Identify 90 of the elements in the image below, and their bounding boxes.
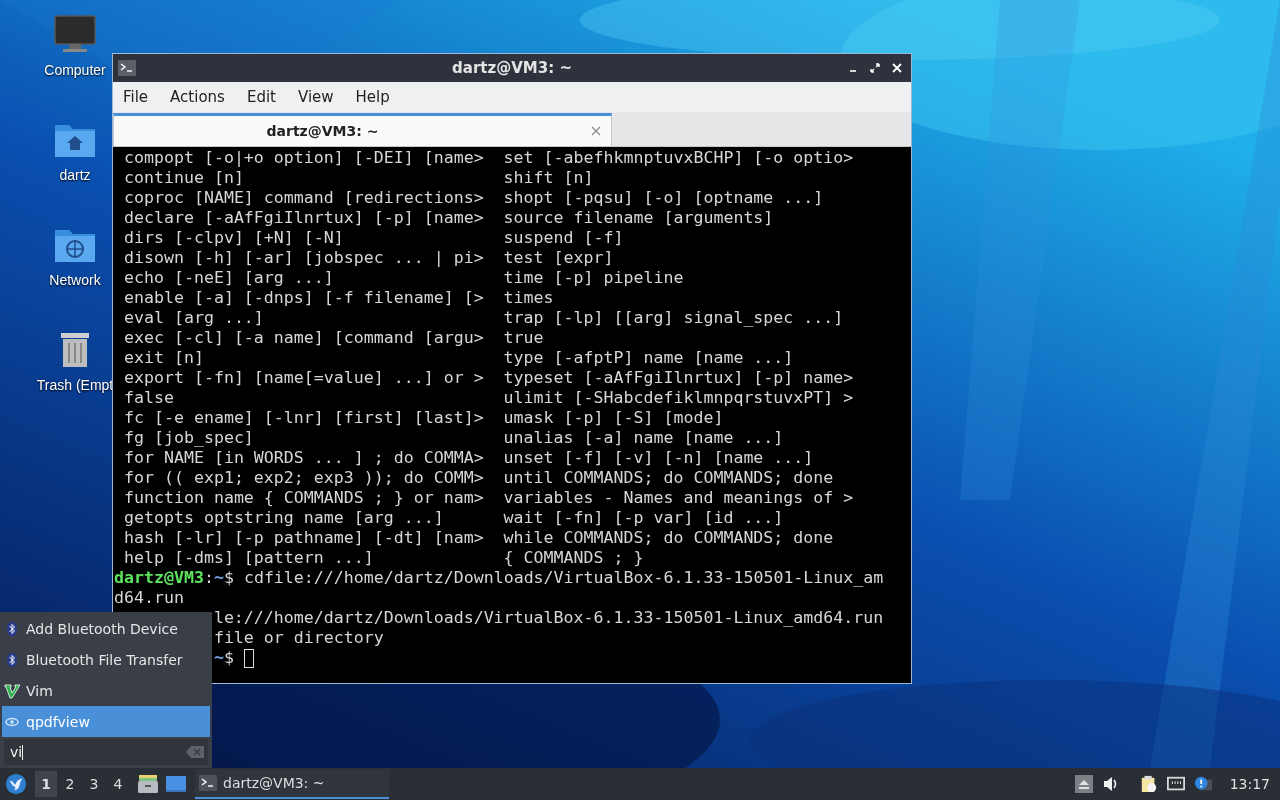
terminal-line: time [-p] pipeline	[503, 268, 684, 288]
terminal-line: dirs [-clpv] [+N] [-N]	[124, 228, 345, 248]
terminal-line: coproc [NAME] command [redirections>	[124, 188, 485, 208]
workspace-button[interactable]: 3	[83, 771, 105, 797]
terminal-line: continue [n]	[124, 168, 245, 188]
terminal-line: declare [-aAfFgiIlnrtux] [-p] [name>	[124, 208, 485, 228]
terminal-line: getopts optstring name [arg ...]	[124, 508, 445, 528]
terminal-line: shopt [-pqsu] [-o] [optname ...]	[503, 188, 824, 208]
maximize-icon	[870, 63, 880, 73]
terminal-line: times	[503, 288, 554, 308]
bluetooth-icon	[4, 651, 20, 668]
terminal-line: unset [-f] [-v] [-n] [name ...]	[503, 448, 814, 468]
launcher-item[interactable]: Vim	[0, 675, 212, 706]
window-title: dartz@VM3: ~	[452, 59, 572, 77]
desktop-icon-label[interactable]: Trash (Empt	[36, 377, 114, 393]
task-button[interactable]: dartz@VM3: ~	[195, 769, 389, 799]
terminal-line: enable [-a] [-dnps] [-f filename] [>	[124, 288, 485, 308]
terminal-line: unalias [-a] name [name ...]	[503, 428, 784, 448]
vim-icon	[4, 682, 20, 699]
terminal-line: le:///home/dartz/Downloads/VirtualBox-6.1.33-150501-Linux_amd64.run	[213, 608, 884, 628]
prompt-user: dartz@VM3	[114, 568, 204, 588]
clipboard-icon[interactable]	[1139, 775, 1158, 793]
desktop-icon-label[interactable]: Computer	[44, 62, 106, 78]
terminal-line: help [-dms] [pattern ...]	[124, 548, 375, 568]
terminal-line: suspend [-f]	[503, 228, 624, 248]
desktop-icon-label[interactable]: dartz	[59, 167, 91, 183]
terminal-line: true	[503, 328, 544, 348]
terminal-line: disown [-h] [-ar] [jobspec ... | pi>	[124, 248, 485, 268]
terminal-line: file or directory	[213, 628, 384, 648]
terminal-line: test [expr]	[503, 248, 614, 268]
terminal-line: set [-abefhkmnptuvxBCHP] [-o optio>	[503, 148, 854, 168]
terminal-line: function name { COMMANDS ; } or nam>	[124, 488, 485, 508]
launcher-item[interactable]: Add Bluetooth Device	[0, 613, 212, 644]
terminal-line: until COMMANDS; do COMMANDS; done	[503, 468, 834, 488]
terminal-line: ulimit [-SHabcdefiklmnpqrstuvxPT] >	[503, 388, 854, 408]
terminal-line: exit [n]	[124, 348, 205, 368]
workspace-button[interactable]: 2	[59, 771, 81, 797]
menu-item[interactable]: Edit	[238, 86, 284, 108]
terminal-line: fc [-e ename] [-lnr] [first] [last]>	[124, 408, 485, 428]
menu-item[interactable]: View	[289, 86, 342, 108]
bluetooth-icon	[4, 620, 20, 637]
desktop-icon-label[interactable]: Network	[49, 272, 101, 288]
prompt-path: ~	[213, 568, 224, 588]
eject-icon[interactable]	[1074, 775, 1093, 793]
minimize-icon	[848, 70, 858, 72]
terminal-line: wait [-fn] [-p var] [id ...]	[503, 508, 784, 528]
search-field[interactable]: vi	[4, 739, 208, 765]
terminal-line: { COMMANDS ; }	[503, 548, 644, 568]
terminal-icon	[118, 60, 136, 76]
terminal-line: umask [-p] [-S] [mode]	[503, 408, 724, 428]
menu-item[interactable]: Actions	[162, 86, 233, 108]
prompt-path: ~	[213, 648, 224, 668]
terminal-line: typeset [-aAfFgiIlnrtux] [-p] name>	[503, 368, 854, 388]
terminal-line: variables - Names and meanings of >	[503, 488, 854, 508]
terminal-line: hash [-lr] [-p pathname] [-dt] [nam>	[124, 528, 485, 548]
terminal-line: export [-fn] [name[=value] ...] or >	[124, 368, 485, 388]
terminal-line: for (( exp1; exp2; exp3 )); do COMM>	[124, 468, 485, 488]
monitor-icon[interactable]	[53, 14, 97, 54]
tab-close-icon[interactable]	[591, 126, 601, 136]
workspace-button[interactable]: 4	[107, 771, 129, 797]
launcher-item[interactable]: Bluetooth File Transfer	[0, 644, 212, 675]
close-icon	[892, 63, 902, 73]
file-cabinet-icon[interactable]	[137, 774, 159, 794]
cursor	[243, 649, 254, 668]
terminal-line: echo [-neE] [arg ...]	[124, 268, 335, 288]
terminal-line: fg [job_spec]	[124, 428, 255, 448]
bird-logo-icon[interactable]	[5, 773, 27, 795]
notification-icon[interactable]	[1193, 775, 1212, 793]
command-text: $ cdfile:///home/dartz/Downloads/VirtualBox-6.1.33-150501-Linux_am	[223, 568, 884, 588]
terminal-line: compopt [-o|+o option] [-DEI] [name>	[124, 148, 485, 168]
terminal-tab[interactable]: dartz@VM3: ~	[113, 113, 612, 146]
desktop-icon[interactable]	[165, 774, 187, 794]
network-icon[interactable]	[1166, 775, 1185, 793]
terminal-line: eval [arg ...]	[124, 308, 265, 328]
menu-item[interactable]: File	[115, 86, 157, 108]
terminal-line: trap [-lp] [[arg] signal_spec ...]	[503, 308, 844, 328]
terminal-line: while COMMANDS; do COMMANDS; done	[503, 528, 834, 548]
clock[interactable]: 13:17	[1229, 776, 1270, 792]
terminal-line: d64.run	[114, 588, 184, 608]
workspace-button[interactable]: 1	[35, 771, 57, 797]
terminal-line: for NAME [in WORDS ... ] ; do COMMA>	[124, 448, 485, 468]
prompt-separator: :	[203, 568, 214, 588]
menu-item[interactable]: Help	[347, 86, 398, 108]
terminal-line: exec [-cl] [-a name] [command [argu>	[124, 328, 485, 348]
terminal-icon	[199, 775, 217, 791]
prompt-sign: $	[223, 648, 234, 668]
terminal-line: false	[124, 388, 175, 408]
terminal-line: shift [n]	[503, 168, 594, 188]
terminal-line: source filename [arguments]	[503, 208, 774, 228]
terminal-line: type [-afptP] name [name ...]	[503, 348, 794, 368]
